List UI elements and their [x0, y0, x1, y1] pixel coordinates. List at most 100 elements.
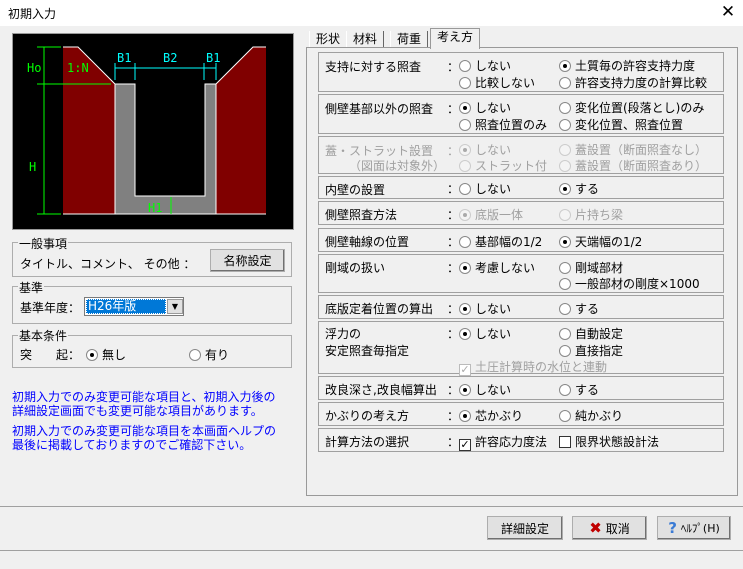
tab-material[interactable]: 材料: [346, 31, 385, 48]
row-axis-position: 側壁軸線の位置 ： 基部幅の1/2 天端幅の1/2: [318, 228, 724, 252]
option-label: 片持ち梁: [575, 208, 624, 222]
option-label: 蓋設置（断面照査あり）: [575, 159, 708, 173]
radio-option[interactable]: する: [559, 381, 599, 398]
radio-option: 片持ち梁: [559, 206, 623, 223]
radio-option[interactable]: 土質毎の許容支持力度: [559, 57, 695, 74]
colon: ：: [447, 302, 460, 316]
label-h1: H1: [148, 201, 162, 215]
radio-option[interactable]: 天端幅の1/2: [559, 233, 642, 250]
radio-icon: [559, 183, 571, 195]
checkbox-icon: ✓: [459, 363, 471, 376]
radio-icon: [459, 328, 471, 340]
radio-option[interactable]: 考慮しない: [459, 259, 535, 276]
radio-option[interactable]: する: [559, 180, 599, 197]
radio-option[interactable]: しない: [459, 300, 511, 317]
radio-option[interactable]: 純かぶり: [559, 407, 623, 424]
row-label: 改良深さ,改良幅算出: [325, 383, 437, 397]
radio-option[interactable]: しない: [459, 325, 511, 342]
radio-icon: [559, 384, 571, 396]
radio-option[interactable]: しない: [459, 57, 511, 74]
radio-icon: [459, 160, 471, 172]
option-label: 限界状態設計法: [575, 435, 660, 449]
u-channel: [114, 83, 217, 215]
option-label: する: [575, 383, 600, 397]
row-label: 浮力の: [325, 327, 362, 341]
option-label: 変化位置、照査位置: [575, 118, 684, 132]
radio-option[interactable]: しない: [459, 99, 511, 116]
close-button[interactable]: ✕: [716, 2, 740, 22]
option-label: 芯かぶり: [475, 409, 524, 423]
radio-option[interactable]: 直接指定: [559, 342, 623, 359]
projection-yes-radio[interactable]: 有り: [189, 346, 229, 363]
option-label: 一般部材の剛度×1000: [575, 277, 700, 291]
general-label: タイトル、コメント、 その他 ：: [20, 257, 196, 271]
radio-option[interactable]: 照査位置のみ: [459, 116, 547, 133]
radio-option[interactable]: 芯かぶり: [459, 407, 523, 424]
radio-option: 蓋設置（断面照査なし）: [559, 141, 707, 158]
option-label: しない: [475, 59, 512, 73]
label-b1-left: B1: [117, 51, 131, 65]
radio-option[interactable]: 基部幅の1/2: [459, 233, 542, 250]
row-label: 側壁基部以外の照査: [325, 102, 434, 116]
row-sublabel: （図面は対象外）: [349, 159, 446, 173]
label-b2: B2: [163, 51, 177, 65]
row-calc-method: 計算方法の選択 ： ✓ 許容応力度法 限界状態設計法: [318, 428, 724, 452]
info-text-2: 初期入力でのみ変更可能な項目を本画面ヘルプの 最後に掲載しておりますのでご確認下…: [12, 424, 277, 452]
radio-option[interactable]: しない: [459, 381, 511, 398]
radio-icon: [459, 209, 471, 221]
option-label: 基部幅の1/2: [475, 235, 543, 249]
standard-year-select[interactable]: H26年版 ▼: [84, 297, 184, 316]
window-title: 初期入力: [8, 7, 57, 21]
row-label: 支持に対する照査: [325, 60, 422, 74]
cancel-button[interactable]: ✖ 取消: [572, 516, 647, 540]
chevron-down-icon[interactable]: ▼: [167, 299, 183, 314]
radio-option: 底版一体: [459, 206, 523, 223]
colon: ：: [447, 144, 460, 158]
radio-option[interactable]: 剛域部材: [559, 259, 623, 276]
name-settings-button[interactable]: 名称設定: [210, 249, 285, 272]
option-label: 底版一体: [475, 208, 524, 222]
radio-option[interactable]: しない: [459, 180, 511, 197]
x-icon: ✖: [589, 519, 602, 537]
row-label: 側壁軸線の位置: [325, 235, 410, 249]
colon: ：: [447, 60, 460, 74]
colon: ：: [447, 409, 460, 423]
radio-icon: [459, 236, 471, 248]
option-label: 直接指定: [575, 344, 624, 358]
radio-icon: [559, 60, 571, 72]
radio-option[interactable]: 自動設定: [559, 325, 623, 342]
radio-icon: [559, 144, 571, 156]
option-label: 剛域部材: [575, 261, 624, 275]
row-label: かぶりの考え方: [325, 409, 410, 423]
radio-option[interactable]: 変化位置、照査位置: [559, 116, 683, 133]
projection-none-radio[interactable]: 無し: [86, 346, 126, 363]
limit-state-checkbox[interactable]: 限界状態設計法: [559, 433, 659, 450]
radio-icon: [189, 349, 201, 361]
radio-option[interactable]: 一般部材の剛度×1000: [559, 275, 700, 292]
option-label: 考慮しない: [475, 261, 536, 275]
row-anchor-position: 底版定着位置の算出 ： しない する: [318, 295, 724, 319]
option-label: しない: [475, 327, 512, 341]
detail-settings-button[interactable]: 詳細設定: [487, 516, 563, 540]
water-level-checkbox: ✓ 土圧計算時の水位と連動: [459, 358, 607, 376]
radio-option[interactable]: 許容支持力度の計算比較: [559, 74, 707, 91]
radio-icon: [459, 102, 471, 114]
info-text-1: 初期入力でのみ変更可能な項目と、初期入力後の 詳細設定画面でも変更可能な項目があ…: [12, 390, 276, 418]
standard-year-value: H26年版: [86, 299, 166, 314]
row-cover: かぶりの考え方 ： 芯かぶり 純かぶり: [318, 402, 724, 426]
label-slope: 1:N: [67, 61, 89, 75]
tab-approach[interactable]: 考え方: [430, 28, 480, 49]
help-button[interactable]: ? ﾍﾙﾌﾟ(H): [657, 516, 731, 540]
radio-option[interactable]: する: [559, 300, 599, 317]
option-label: 蓋設置（断面照査なし）: [575, 143, 708, 157]
option-label: 照査位置のみ: [475, 118, 548, 132]
tab-shape[interactable]: 形状: [309, 31, 348, 48]
row-buoyancy: 浮力の 安定照査毎指定 ： しない 自動設定 直接指定 ✓ 土圧計算時の水位と連動: [318, 321, 724, 376]
radio-icon: [459, 384, 471, 396]
tab-load[interactable]: 荷重: [390, 31, 429, 48]
allowable-stress-checkbox[interactable]: ✓ 許容応力度法: [459, 433, 547, 451]
radio-option[interactable]: 変化位置(段落とし)のみ: [559, 99, 704, 116]
checkbox-icon: ✓: [459, 438, 471, 451]
radio-option[interactable]: 比較しない: [459, 74, 535, 91]
label-b1-right: B1: [206, 51, 220, 65]
